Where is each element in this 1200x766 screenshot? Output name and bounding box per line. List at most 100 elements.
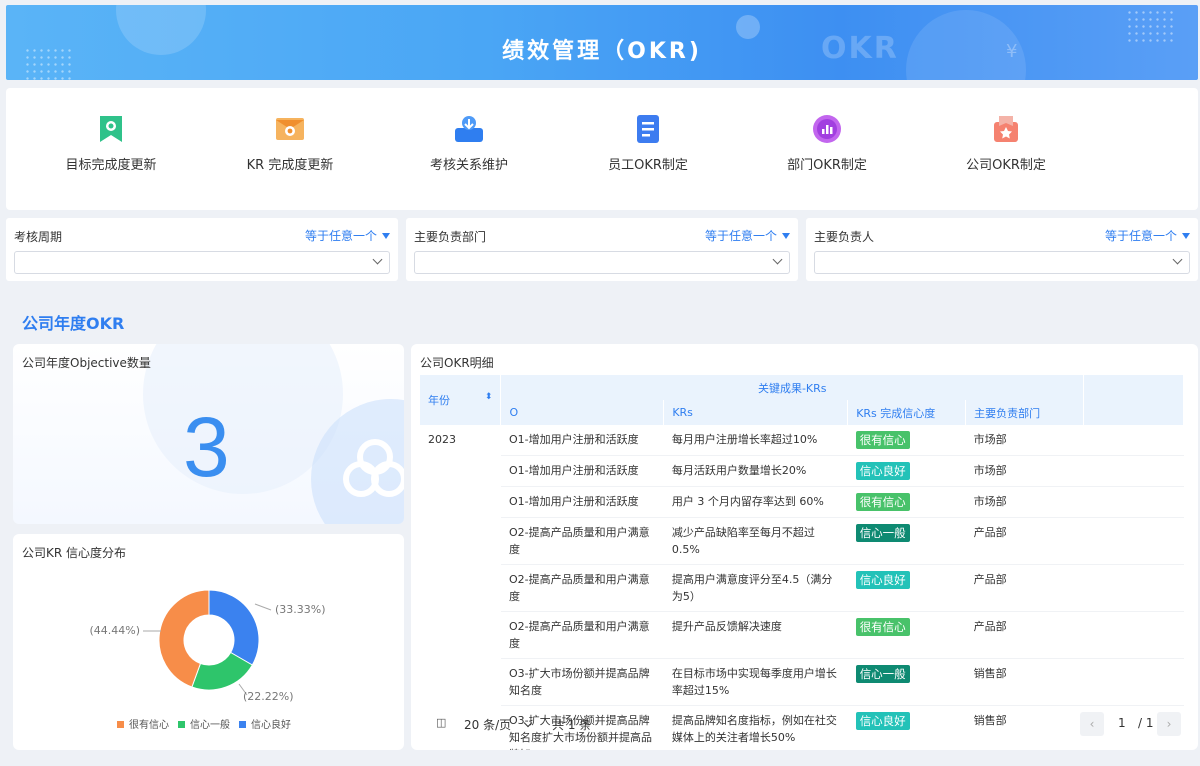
kr-cell: 用户 3 个月内留存率达到 60% [663, 486, 848, 518]
legend-swatch [239, 721, 246, 728]
kr-cell: 提升产品反馈解决速度 [663, 611, 848, 659]
quick-link-label: KR 完成度更新 [246, 158, 334, 173]
page-count: / 1 [1138, 716, 1154, 730]
quick-link-label: 部门OKR制定 [787, 158, 867, 173]
sort-icon[interactable]: ⬍ [485, 392, 493, 402]
quick-link-review-relations[interactable]: 考核关系维护 [389, 114, 549, 173]
legend-label: 信心良好 [251, 718, 291, 731]
quick-links-panel: 目标完成度更新 KR 完成度更新 考核关系维护 员工OKR制定 部门OKR制定 … [6, 88, 1198, 210]
quick-link-employee-okr[interactable]: 员工OKR制定 [568, 114, 728, 173]
confidence-cell: 很有信心 [847, 486, 966, 518]
quick-link-label: 考核关系维护 [429, 158, 508, 173]
document-list-icon [633, 114, 663, 144]
column-header-krs[interactable]: KRs [663, 400, 849, 425]
spacer-cell [1083, 455, 1184, 487]
bookmark-flag-icon [96, 114, 126, 144]
dept-cell: 市场部 [965, 455, 1084, 487]
table-row[interactable]: 2023 O1-增加用户注册和活跃度 每月用户注册增长率超过10% 很有信心 市场部 [420, 425, 1184, 750]
kr-confidence-chart-card: 公司KR 信心度分布 (33.33%) (22.22%) (44.44%) 很有信心信… [13, 534, 404, 750]
confidence-tag: 很有信心 [855, 618, 910, 636]
column-header-spacer [1083, 375, 1184, 425]
page-title: 绩效管理（OKR) [502, 39, 702, 64]
pie-data-label: (44.44%) [89, 624, 140, 637]
confidence-cell: 信心良好 [847, 564, 966, 612]
confidence-tag: 很有信心 [855, 431, 910, 449]
objective-count-value: 3 [183, 400, 230, 494]
okr-detail-card: 公司OKR明细 年份 ⬍ 关键成果-KRs O KRs KRs 完成信心度 主要… [411, 344, 1198, 750]
page-size-select[interactable]: 20 条/页 [464, 716, 533, 733]
objective-count-card: 公司年度Objective数量 3 [13, 344, 404, 524]
spacer-cell [1083, 658, 1184, 706]
kr-cell: 在目标市场中实现每季度用户增长率超过15% [663, 658, 848, 706]
next-page-button[interactable]: › [1157, 712, 1181, 736]
chevron-down-icon [1172, 254, 1183, 265]
card-title: 公司年度Objective数量 [22, 356, 151, 370]
quick-link-label: 目标完成度更新 [65, 158, 157, 173]
table-row[interactable]: O2-提高产品质量和用户满意度 减少产品缺陷率至每月不超过0.5% 信心一般 产品部 [420, 517, 1184, 565]
quick-link-dept-okr[interactable]: 部门OKR制定 [747, 114, 907, 173]
confidence-cell: 很有信心 [847, 425, 966, 456]
legend-item[interactable]: 信心良好 [239, 718, 291, 731]
o-cell: O1-增加用户注册和活跃度 [500, 425, 664, 456]
confidence-tag: 信心一般 [855, 665, 910, 683]
table-row[interactable]: O2-提高产品质量和用户满意度 提高用户满意度评分至4.5（满分为5） 信心良好 产品… [420, 564, 1184, 612]
confidence-cell: 信心一般 [847, 658, 966, 706]
table-row[interactable]: O3-扩大市场份额并提高品牌知名度 在目标市场中实现每季度用户增长率超过15% 信心… [420, 658, 1184, 706]
column-header-year[interactable]: 年份 ⬍ [420, 375, 502, 425]
legend-label: 很有信心 [129, 718, 169, 731]
chevron-down-icon [772, 254, 783, 265]
o-cell: O1-增加用户注册和活跃度 [500, 486, 664, 518]
column-settings-icon[interactable]: ◫ [436, 716, 446, 729]
okr-table: 年份 ⬍ 关键成果-KRs O KRs KRs 完成信心度 主要负责部门 202… [420, 375, 1184, 750]
three-circles-icon [343, 439, 404, 499]
person-download-icon [454, 114, 484, 144]
quick-link-kr-progress[interactable]: KR 完成度更新 [210, 114, 370, 173]
kr-cell: 减少产品缺陷率至每月不超过0.5% [663, 517, 848, 565]
caret-down-icon [1182, 233, 1190, 239]
spacer-cell [1083, 486, 1184, 518]
confidence-cell: 信心良好 [847, 455, 966, 487]
quick-link-label: 员工OKR制定 [608, 158, 688, 173]
confidence-tag: 信心良好 [855, 571, 910, 589]
column-header-confidence[interactable]: KRs 完成信心度 [847, 400, 967, 425]
year-cell: 2023 [420, 425, 501, 750]
filter-select[interactable] [814, 251, 1190, 274]
confidence-tag: 很有信心 [855, 493, 910, 511]
dept-cell: 市场部 [965, 486, 1084, 518]
o-cell: O3-扩大市场份额并提高品牌知名度 [500, 658, 664, 706]
filter-select[interactable] [414, 251, 790, 274]
filter-operator-dropdown[interactable]: 等于任意一个 [1105, 227, 1190, 244]
spacer-cell [1083, 425, 1184, 456]
legend-swatch [117, 721, 124, 728]
filter-label: 考核周期 [14, 230, 63, 244]
star-flag-icon [991, 114, 1021, 144]
table-row[interactable]: O1-增加用户注册和活跃度 用户 3 个月内留存率达到 60% 很有信心 市场部 [420, 486, 1184, 518]
legend-item[interactable]: 很有信心 [117, 718, 169, 731]
dept-cell: 产品部 [965, 517, 1084, 565]
pagination: ◫ 20 条/页 共 1 条 ‹ 1 / 1 › [411, 710, 1198, 740]
caret-down-icon [382, 233, 390, 239]
column-group-header: 关键成果-KRs [500, 375, 1085, 400]
pie-slice-2[interactable] [208, 589, 260, 666]
dept-cell: 产品部 [965, 564, 1084, 612]
filter-label: 主要负责部门 [414, 230, 487, 244]
pie-data-label: (33.33%) [275, 603, 326, 616]
current-page[interactable]: 1 [1118, 716, 1126, 730]
envelope-target-icon [275, 114, 305, 144]
confidence-cell: 信心一般 [847, 517, 966, 565]
column-header-dept[interactable]: 主要负责部门 [965, 400, 1085, 425]
confidence-tag: 信心良好 [855, 462, 910, 480]
filter-operator-dropdown[interactable]: 等于任意一个 [705, 227, 790, 244]
quick-link-label: 公司OKR制定 [966, 158, 1046, 173]
quick-link-company-okr[interactable]: 公司OKR制定 [926, 114, 1086, 173]
table-row[interactable]: O1-增加用户注册和活跃度 每月活跃用户数量增长20% 信心良好 市场部 [420, 455, 1184, 487]
prev-page-button[interactable]: ‹ [1080, 712, 1104, 736]
o-cell: O2-提高产品质量和用户满意度 [500, 564, 664, 612]
quick-link-goal-progress[interactable]: 目标完成度更新 [31, 114, 191, 173]
table-row[interactable]: O2-提高产品质量和用户满意度 提升产品反馈解决速度 很有信心 产品部 [420, 611, 1184, 659]
card-title: 公司OKR明细 [420, 356, 494, 370]
legend-item[interactable]: 信心一般 [178, 718, 230, 731]
filter-select[interactable] [14, 251, 390, 274]
column-header-o[interactable]: O [500, 400, 665, 425]
filter-operator-dropdown[interactable]: 等于任意一个 [305, 227, 390, 244]
